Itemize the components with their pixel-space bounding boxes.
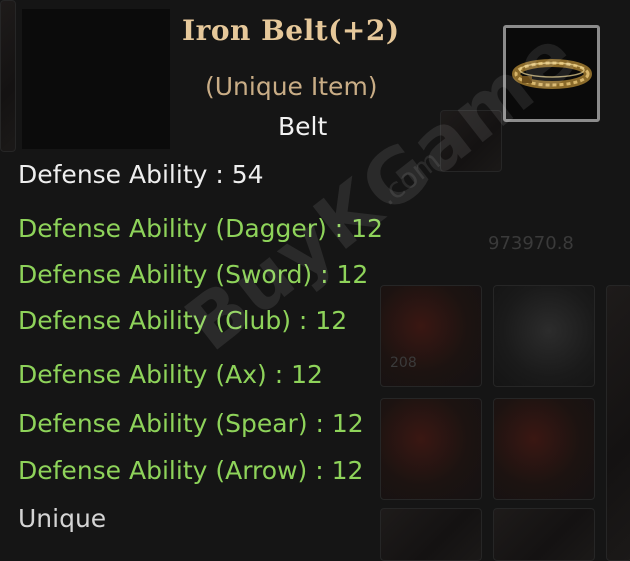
item-type: Belt (278, 112, 328, 141)
item-name: Iron Belt(+2) (182, 14, 400, 47)
stat-defense-sword: Defense Ability (Sword) : 12 (18, 260, 369, 289)
stat-defense-ax: Defense Ability (Ax) : 12 (18, 360, 323, 389)
stat-defense-arrow: Defense Ability (Arrow) : 12 (18, 456, 364, 485)
belt-icon (512, 59, 592, 89)
stat-defense-club: Defense Ability (Club) : 12 (18, 306, 348, 335)
stat-defense-dagger: Defense Ability (Dagger) : 12 (18, 214, 383, 243)
stat-base-defense: Defense Ability : 54 (18, 160, 264, 189)
item-tooltip: Iron Belt(+2) (Unique Item) Belt Defense… (0, 0, 630, 559)
item-icon-frame (503, 25, 600, 122)
stat-defense-spear: Defense Ability (Spear) : 12 (18, 409, 364, 438)
item-grade: Unique (18, 504, 107, 533)
item-rarity: (Unique Item) (205, 72, 378, 101)
